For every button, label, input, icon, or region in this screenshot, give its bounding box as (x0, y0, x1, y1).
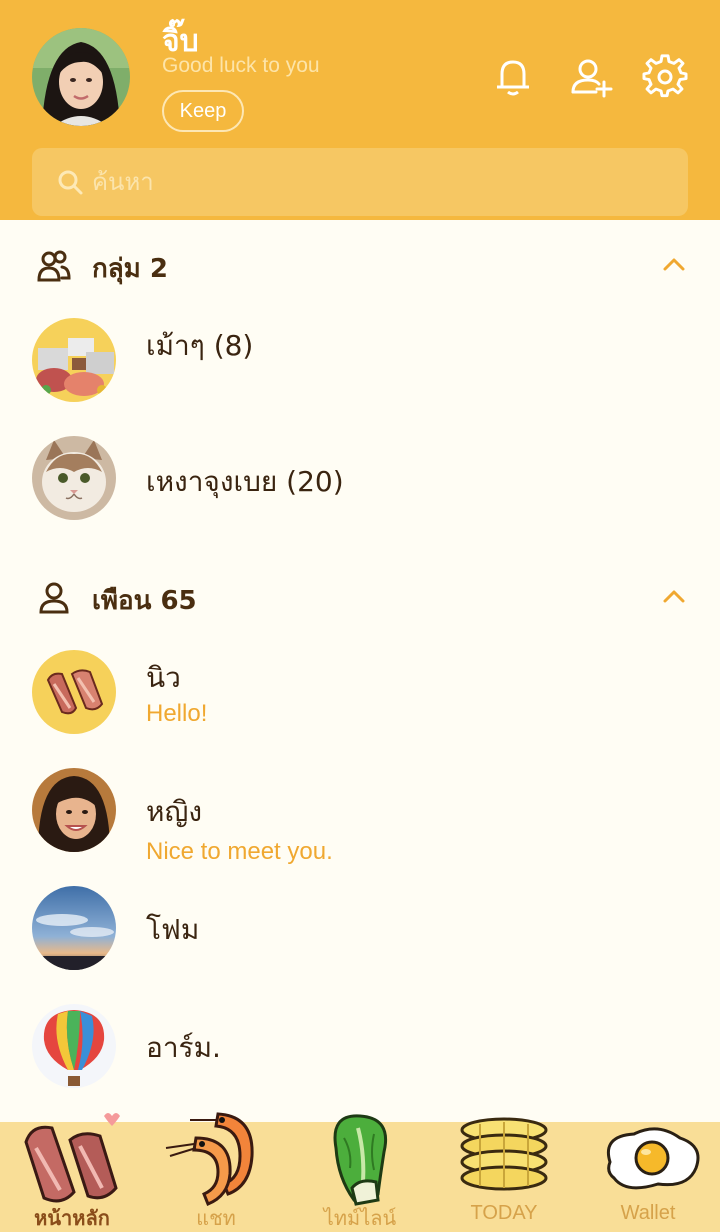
groups-section-header[interactable]: กลุ่ม 2 (0, 236, 720, 296)
group-row[interactable]: เม้าๆ (8) (0, 318, 720, 418)
cabbage-icon (300, 1108, 420, 1208)
bottom-navigation: หน้าหลัก แชท ไทม์ไลน์ TODAY Wallet (0, 1112, 720, 1232)
friend-name: อาร์ม. (146, 1031, 221, 1064)
friends-title: เพือน 65 (92, 586, 197, 616)
friend-row[interactable]: โฟม (0, 886, 720, 986)
add-friend-icon[interactable] (568, 54, 614, 100)
search-icon (56, 168, 84, 196)
food-platter-avatar (32, 318, 116, 402)
friend-row[interactable]: หญิง Nice to meet you. (0, 768, 720, 868)
nav-timeline-label: ไทม์ไลน์ (323, 1206, 397, 1230)
friend-status-message: Hello! (146, 700, 208, 727)
groups-title: กลุ่ม 2 (92, 254, 168, 284)
person-icon (36, 580, 72, 616)
corn-icon (444, 1108, 564, 1208)
nav-home-label: หน้าหลัก (34, 1206, 110, 1230)
nav-timeline[interactable]: ไทม์ไลน์ (288, 1114, 432, 1232)
sky-photo-avatar (32, 886, 116, 970)
nav-chat[interactable]: แชท (144, 1112, 288, 1232)
bacon-icon (12, 1108, 132, 1208)
friend-row[interactable]: นิว Hello! (0, 650, 720, 750)
profile-avatar[interactable] (32, 28, 130, 126)
cat-avatar (32, 436, 116, 520)
fried-egg-icon (588, 1108, 708, 1208)
nav-home[interactable]: หน้าหลัก (0, 1113, 144, 1232)
header: จิ๊บ Good luck to you Keep (0, 0, 720, 220)
woman-photo-avatar (32, 768, 116, 852)
friend-name: นิว (146, 661, 181, 694)
friends-section-header[interactable]: เพือน 65 (0, 568, 720, 628)
nav-chat-label: แชท (196, 1206, 236, 1230)
chevron-up-icon[interactable] (660, 254, 688, 274)
group-icon (36, 248, 72, 284)
gear-icon[interactable] (642, 54, 688, 100)
search-bar[interactable] (32, 148, 688, 216)
bacon-avatar (32, 650, 116, 734)
hot-air-balloon-avatar (32, 1004, 116, 1088)
group-name: เม้าๆ (8) (146, 329, 254, 362)
nav-today[interactable]: TODAY (432, 1117, 576, 1232)
nav-wallet-label: Wallet (620, 1202, 676, 1224)
nav-today-label: TODAY (470, 1202, 538, 1224)
friend-status-message: Nice to meet you. (146, 838, 333, 865)
bell-icon[interactable] (490, 54, 536, 100)
profile-status-message: Good luck to you (162, 54, 320, 77)
shrimp-icon (156, 1108, 276, 1208)
friend-name: หญิง (146, 795, 202, 828)
keep-button[interactable]: Keep (162, 90, 244, 132)
friend-name: โฟม (146, 913, 200, 946)
friend-row[interactable]: อาร์ม. (0, 1004, 720, 1104)
search-input[interactable] (92, 148, 652, 216)
group-name: เหงาจุงเบย (20) (146, 465, 344, 498)
chevron-up-icon[interactable] (660, 586, 688, 606)
group-row[interactable]: เหงาจุงเบย (20) (0, 436, 720, 536)
nav-wallet[interactable]: Wallet (576, 1122, 720, 1232)
